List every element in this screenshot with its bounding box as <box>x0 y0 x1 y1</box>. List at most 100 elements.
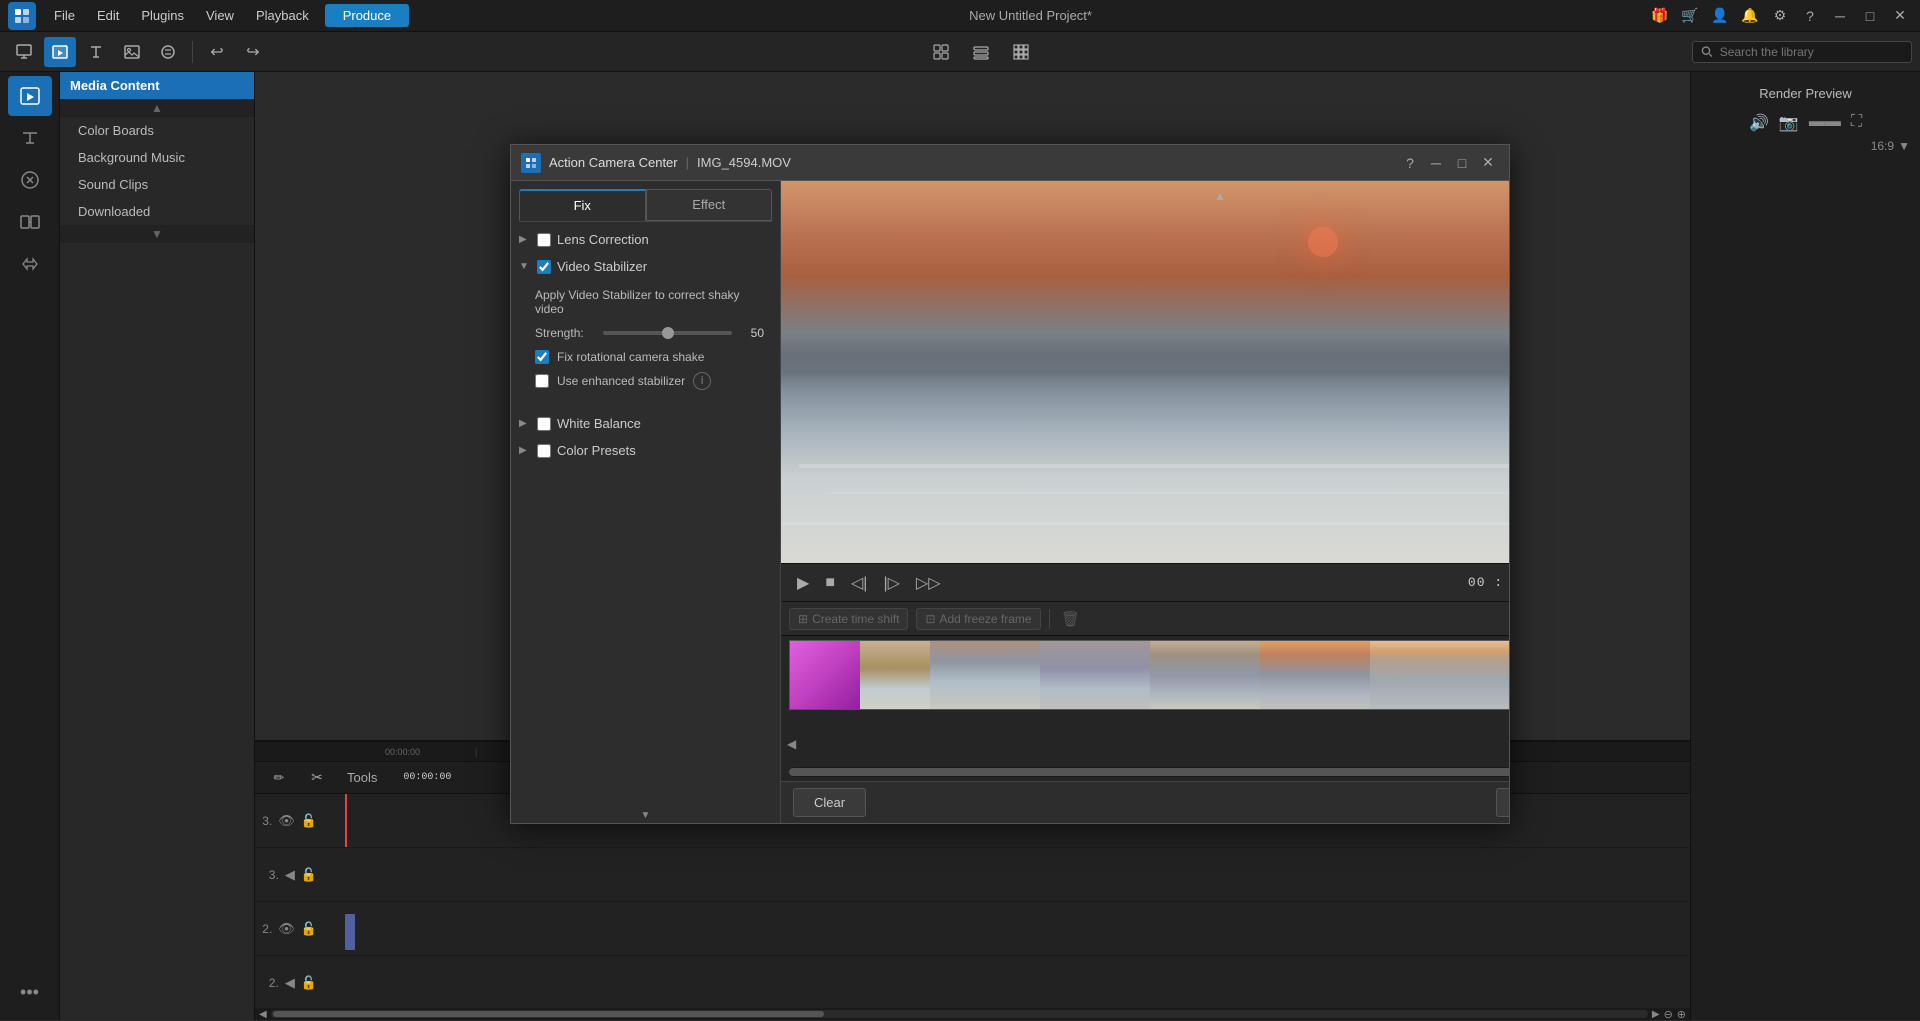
track-2-audio-lock[interactable]: 🔓 <box>301 975 317 991</box>
lens-correction-checkbox[interactable] <box>537 233 551 247</box>
track-2-audio-visibility[interactable]: ◀ <box>285 975 295 991</box>
lens-correction-section[interactable]: ▶ Lens Correction <box>511 226 780 253</box>
menu-edit[interactable]: Edit <box>87 4 129 27</box>
menu-file[interactable]: File <box>44 4 85 27</box>
media-button[interactable] <box>44 37 76 67</box>
text-button[interactable] <box>80 37 112 67</box>
settings-icon[interactable]: ⚙ <box>1768 4 1792 28</box>
sidebar-item-media[interactable] <box>8 76 52 116</box>
cart-icon[interactable]: 🛒 <box>1678 4 1702 28</box>
enhanced-stabilizer-info[interactable]: i <box>693 372 711 390</box>
notification-icon[interactable]: 🔔 <box>1738 4 1762 28</box>
track-2-lock[interactable]: 🔓 <box>301 921 317 937</box>
track-2-visibility[interactable]: 👁 <box>278 921 295 937</box>
white-balance-section[interactable]: ▶ White Balance <box>511 410 780 437</box>
close-icon[interactable]: ✕ <box>1888 4 1912 28</box>
user-icon[interactable]: 👤 <box>1708 4 1732 28</box>
lens-correction-label: Lens Correction <box>557 232 649 247</box>
stabilizer-description: Apply Video Stabilizer to correct shaky … <box>535 288 764 316</box>
dialog-maximize-button[interactable]: □ <box>1451 152 1473 174</box>
scroll-down-arrow[interactable]: ▼ <box>60 225 254 243</box>
sidebar-item-transitions[interactable] <box>8 202 52 242</box>
import-button[interactable] <box>8 37 40 67</box>
clear-button[interactable]: Clear <box>793 788 866 817</box>
sidebar-item-motion[interactable] <box>8 244 52 284</box>
fix-content-scroll[interactable]: ▶ Lens Correction ▼ Video Stabilizer <box>511 222 780 808</box>
render-subtitles-icon[interactable]: ▬▬ <box>1809 113 1841 133</box>
produce-button[interactable]: Produce <box>325 4 409 27</box>
storyboard-view[interactable] <box>925 37 957 67</box>
search-input[interactable] <box>1720 45 1903 59</box>
track-2-audio-label: 2. ◀ 🔓 <box>255 975 325 991</box>
video-stabilizer-checkbox[interactable] <box>537 260 551 274</box>
track-3-audio-lock[interactable]: 🔓 <box>301 867 317 883</box>
enhanced-stabilizer-checkbox[interactable] <box>535 374 549 388</box>
strength-value: 50 <box>740 326 764 340</box>
aspect-ratio-arrow: ▼ <box>1898 139 1910 153</box>
timeline-tools-label: Tools <box>347 770 377 785</box>
filmstrip-frame-beach <box>860 641 930 709</box>
render-volume-icon[interactable]: 🔊 <box>1749 113 1769 133</box>
track-3-audio-visibility[interactable]: ◀ <box>285 867 295 883</box>
timeline-zoom-out[interactable]: ⊖ <box>1664 1008 1673 1021</box>
render-camera-icon[interactable]: 📷 <box>1779 113 1799 133</box>
timeline-scrollbar-track[interactable] <box>271 1010 1648 1018</box>
fix-rotation-checkbox[interactable] <box>535 350 549 364</box>
dialog-help-button[interactable]: ? <box>1399 152 1421 174</box>
render-fullscreen-icon[interactable]: ⛶ <box>1851 113 1862 133</box>
create-time-shift-button[interactable]: ⊞ Create time shift <box>789 608 908 630</box>
dialog-titlebar: Action Camera Center | IMG_4594.MOV ? ─ … <box>511 145 1509 181</box>
undo-button[interactable]: ↩ <box>201 37 233 67</box>
dialog-minimize-button[interactable]: ─ <box>1425 152 1447 174</box>
maximize-icon[interactable]: □ <box>1858 4 1882 28</box>
track-3-lock[interactable]: 🔓 <box>301 813 317 829</box>
color-presets-section[interactable]: ▶ Color Presets <box>511 437 780 464</box>
menu-plugins[interactable]: Plugins <box>131 4 194 27</box>
play-button[interactable]: ▶ <box>793 571 813 595</box>
tab-effect[interactable]: Effect <box>646 189 773 221</box>
filmstrip-scroll-left[interactable]: ◀ <box>781 735 802 753</box>
media-item-background-music[interactable]: Background Music <box>60 144 254 171</box>
sidebar-item-more[interactable]: ••• <box>8 972 52 1012</box>
video-stabilizer-section[interactable]: ▼ Video Stabilizer <box>511 253 780 280</box>
strength-slider[interactable] <box>603 331 732 335</box>
gift-icon[interactable]: 🎁 <box>1648 4 1672 28</box>
timeline-view[interactable] <box>965 37 997 67</box>
add-freeze-frame-button[interactable]: ⊡ Add freeze frame <box>916 608 1040 630</box>
minimize-icon[interactable]: ─ <box>1828 4 1852 28</box>
color-presets-checkbox[interactable] <box>537 444 551 458</box>
scroll-up-arrow[interactable]: ▲ <box>60 99 254 117</box>
redo-button[interactable]: ↪ <box>237 37 269 67</box>
timeline-cut-button[interactable]: ✂ <box>301 763 333 793</box>
library-search[interactable] <box>1692 41 1912 63</box>
timeline-zoom-in[interactable]: ⊕ <box>1677 1008 1686 1021</box>
media-item-color-boards[interactable]: Color Boards <box>60 117 254 144</box>
ocean-image <box>781 181 1509 563</box>
menu-playback[interactable]: Playback <box>246 4 319 27</box>
track-3-visibility[interactable]: 👁 <box>278 813 295 829</box>
help-icon[interactable]: ? <box>1798 4 1822 28</box>
dialog-close-button[interactable]: ✕ <box>1477 152 1499 174</box>
grid-view[interactable] <box>1005 37 1037 67</box>
step-forward-button[interactable]: |▷ <box>879 571 903 595</box>
stop-button[interactable]: ■ <box>821 572 839 594</box>
fix-scroll-down[interactable]: ▼ <box>511 808 780 823</box>
ok-button[interactable]: OK <box>1496 788 1509 817</box>
media-item-downloaded[interactable]: Downloaded <box>60 198 254 225</box>
filmstrip-scrollbar[interactable] <box>789 767 1509 777</box>
media-item-sound-clips[interactable]: Sound Clips <box>60 171 254 198</box>
audio-button[interactable] <box>152 37 184 67</box>
delete-clip-button[interactable]: 🗑 <box>1058 606 1084 632</box>
step-back-button[interactable]: ◁| <box>847 571 871 595</box>
timeline-scroll-right[interactable]: ▶ <box>1652 1009 1660 1020</box>
menu-view[interactable]: View <box>196 4 244 27</box>
timeline-scroll-left[interactable]: ◀ <box>259 1009 267 1020</box>
fast-forward-button[interactable]: ▷▷ <box>912 571 945 595</box>
timeline-edit-button[interactable]: ✏ <box>263 763 295 793</box>
sidebar-item-effects[interactable] <box>8 160 52 200</box>
white-balance-checkbox[interactable] <box>537 417 551 431</box>
preview-controls-bar: ▶ ■ ◁| |▷ ▷▷ 00 : 00 : 00 : 00 ⚙ <box>781 563 1509 601</box>
tab-fix[interactable]: Fix <box>519 189 646 221</box>
sidebar-item-title[interactable] <box>8 118 52 158</box>
photo-button[interactable] <box>116 37 148 67</box>
